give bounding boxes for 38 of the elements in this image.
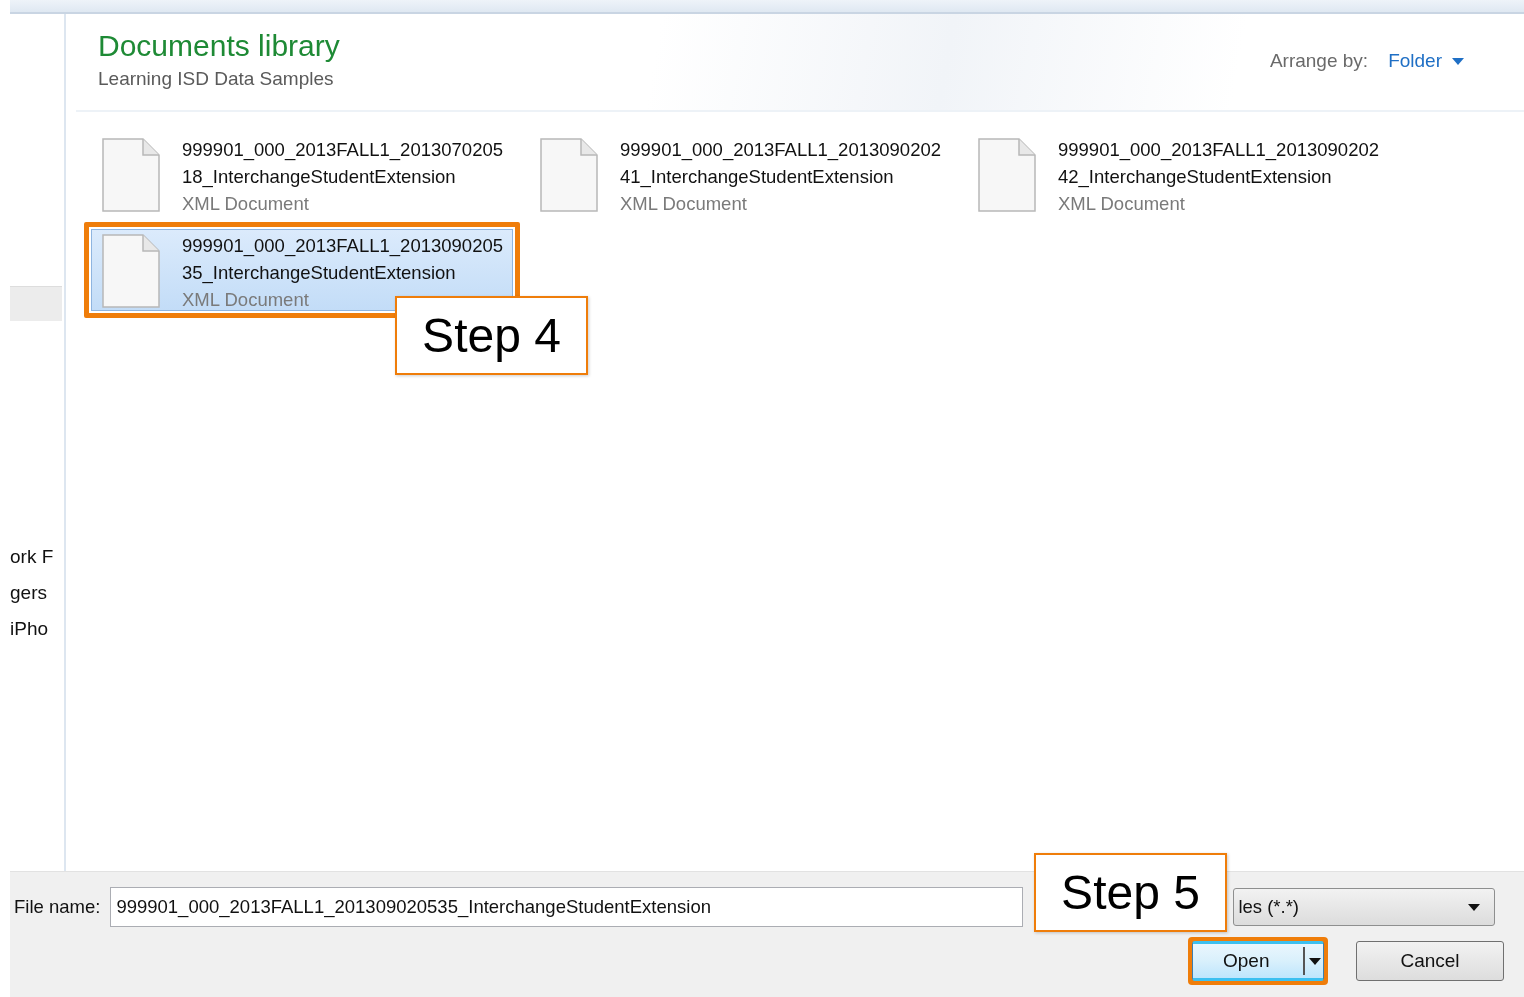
file-name-label: File name:: [13, 896, 101, 918]
open-button[interactable]: Open: [1192, 941, 1324, 981]
file-type: XML Document: [182, 288, 310, 312]
file-name-field[interactable]: 999901_000_2013FALL1_201309020535_InterchangeStudentExtension: [110, 887, 1024, 927]
caret-icon: [1452, 57, 1464, 65]
file-type-dropdown[interactable]: les (*.*): [1233, 888, 1496, 926]
file-item[interactable]: 999901_000_2013FALL1_2013090202 41_InterchangeStudentExtension XML Document: [522, 126, 958, 222]
file-name: 42_InterchangeStudentExtension: [1058, 165, 1333, 190]
document-icon: [102, 234, 160, 308]
step-callout: Step 5: [1034, 853, 1227, 932]
file-name: 999901_000_2013FALL1_2013090202: [620, 138, 941, 163]
file-name: 999901_000_2013FALL1_2013090202: [1058, 138, 1379, 163]
sidebar-scroll-bar: [10, 286, 62, 321]
document-icon: [978, 138, 1036, 212]
file-name: 35_InterchangeStudentExtension: [182, 261, 457, 286]
document-icon: [540, 138, 598, 212]
sidebar-item[interactable]: gers: [10, 581, 64, 605]
library-subtitle: Learning ISD Data Samples: [98, 68, 335, 90]
file-name: 18_InterchangeStudentExtension: [182, 165, 457, 190]
sidebar-item[interactable]: ork F: [10, 545, 64, 569]
file-item[interactable]: 999901_000_2013FALL1_2013070205 18_InterchangeStudentExtension XML Document: [84, 126, 520, 222]
file-name: 999901_000_2013FALL1_2013070205: [182, 138, 503, 163]
file-name: 41_InterchangeStudentExtension: [620, 165, 895, 190]
file-item[interactable]: 999901_000_2013FALL1_2013090205 35_InterchangeStudentExtension XML Document: [84, 222, 520, 318]
file-type: XML Document: [620, 192, 748, 216]
library-title: Documents library: [98, 28, 340, 64]
file-type: XML Document: [182, 192, 310, 216]
caret-icon: [1468, 903, 1481, 911]
file-type: XML Document: [1058, 192, 1186, 216]
file-item[interactable]: 999901_000_2013FALL1_2013090202 42_InterchangeStudentExtension XML Document: [960, 126, 1396, 222]
caret-icon: [1309, 957, 1321, 965]
document-icon: [102, 138, 160, 212]
step-callout: Step 4: [395, 296, 588, 375]
arrange-by-label: Arrange by:: [1269, 50, 1369, 72]
sidebar-item[interactable]: iPho: [10, 617, 64, 641]
cancel-button[interactable]: Cancel: [1356, 941, 1504, 981]
arrange-by-dropdown[interactable]: Folder: [1388, 50, 1464, 72]
file-name: 999901_000_2013FALL1_2013090205: [182, 234, 503, 259]
